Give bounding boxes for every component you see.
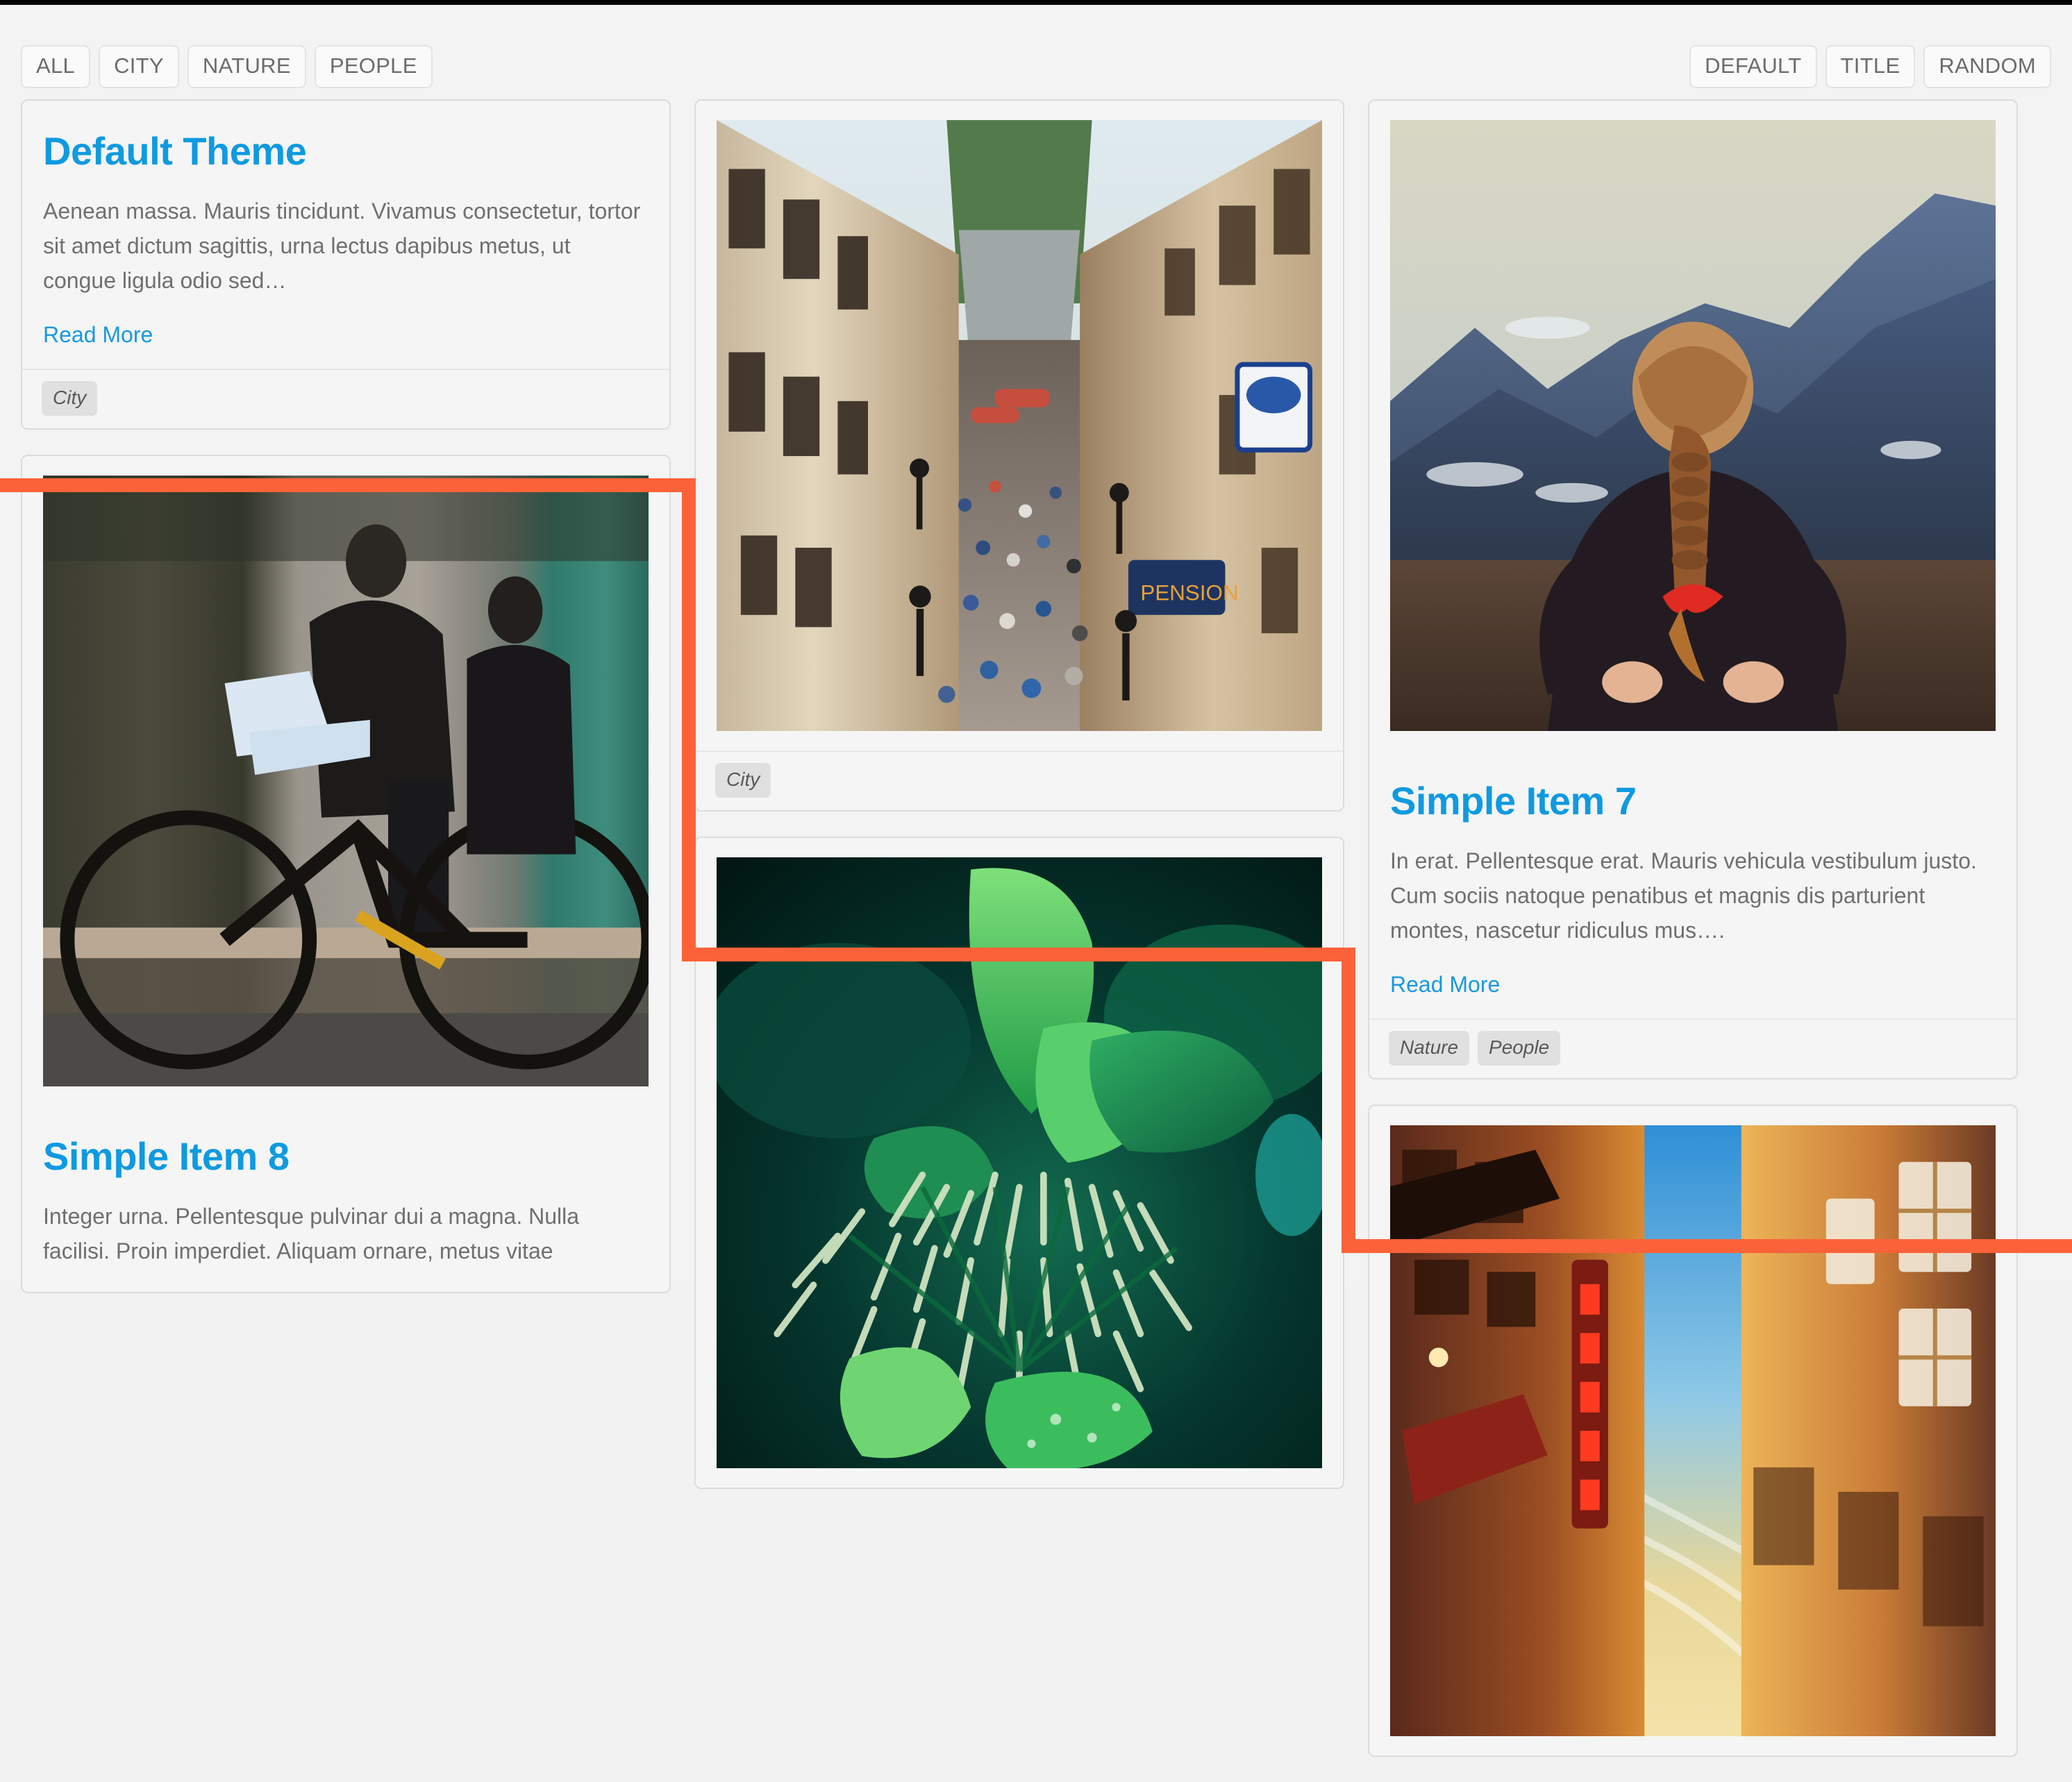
card-default-theme[interactable]: Default Theme Aenean massa. Mauris tinci… [21,99,671,430]
gallery-page: ALL CITY NATURE PEOPLE DEFAULT TITLE RAN… [0,5,2072,1757]
sort-default-button[interactable]: DEFAULT [1689,45,1817,88]
masonry-column-3: Simple Item 7 In erat. Pellentesque erat… [1368,99,2018,1782]
card-simple-item-8[interactable]: Simple Item 8 Integer urna. Pellentesque… [21,455,671,1293]
card-title: Default Theme [43,129,307,173]
tag-city[interactable]: City [42,381,98,416]
card-simple-item-7[interactable]: Simple Item 7 In erat. Pellentesque erat… [1368,99,2018,1079]
filter-all-button[interactable]: ALL [21,45,91,88]
card-title: Simple Item 7 [1390,779,1637,823]
filter-button-group: ALL CITY NATURE PEOPLE [21,45,433,88]
masonry-grid: Default Theme Aenean massa. Mauris tinci… [0,99,2072,1757]
flow-segment-2 [682,478,696,961]
card-title: Simple Item 8 [43,1134,290,1178]
card-thumbnail-wrap [696,838,1343,1488]
card-thumbnail-wrap [22,456,669,1106]
read-more-link[interactable]: Read More [1390,971,1500,998]
tag-nature[interactable]: Nature [1389,1031,1470,1066]
sort-random-button[interactable]: RANDOM [1923,45,2051,88]
card-tag-footer: City [696,750,1343,810]
card-tag-footer: City [22,369,669,428]
filter-city-button[interactable]: CITY [99,45,179,88]
card-description: Aenean massa. Mauris tincidunt. Vivamus … [43,199,641,293]
browser-top-edge [0,0,2072,5]
tag-city[interactable]: City [715,763,771,798]
flow-segment-3 [682,948,1355,961]
masonry-column-2: PENSION City [694,99,1344,1514]
flow-segment-1 [0,478,696,492]
flow-segment-4 [1342,948,1355,1253]
card-green-leaves[interactable] [694,837,1344,1489]
card-description: In erat. Pellentesque erat. Mauris vehic… [1390,848,1977,943]
read-more-link[interactable]: Read More [43,321,153,348]
svg-text:PENSION: PENSION [1140,580,1238,605]
card-thumbnail-wrap [1369,101,2016,750]
card-thumbnail-wrap: PENSION [696,101,1343,750]
filter-nature-button[interactable]: NATURE [187,45,306,88]
card-body: Default Theme Aenean massa. Mauris tinci… [22,101,669,369]
card-city-street[interactable]: PENSION City [694,99,1344,812]
city-street-photo[interactable]: PENSION [717,120,1322,731]
controls-bar: ALL CITY NATURE PEOPLE DEFAULT TITLE RAN… [21,45,2051,91]
sunset-alley-photo[interactable] [1390,1125,1996,1736]
woman-mountains-photo[interactable] [1390,120,1996,731]
card-body: Simple Item 8 Integer urna. Pellentesque… [22,1106,669,1268]
flow-segment-5 [1342,1239,2072,1253]
card-sunset-alley[interactable] [1368,1104,2018,1757]
sort-title-button[interactable]: TITLE [1825,45,1916,88]
card-tag-footer: Nature People [1369,1018,2016,1078]
filter-people-button[interactable]: PEOPLE [314,45,433,88]
card-thumbnail-wrap [1369,1106,2016,1756]
tag-people[interactable]: People [1478,1031,1561,1066]
card-description: Integer urna. Pellentesque pulvinar dui … [43,1204,580,1263]
bicycle-photo[interactable] [43,476,649,1086]
sort-button-group: DEFAULT TITLE RANDOM [1689,45,2051,88]
card-body: Simple Item 7 In erat. Pellentesque erat… [1369,750,2016,1018]
masonry-column-1: Default Theme Aenean massa. Mauris tinci… [21,99,671,1318]
